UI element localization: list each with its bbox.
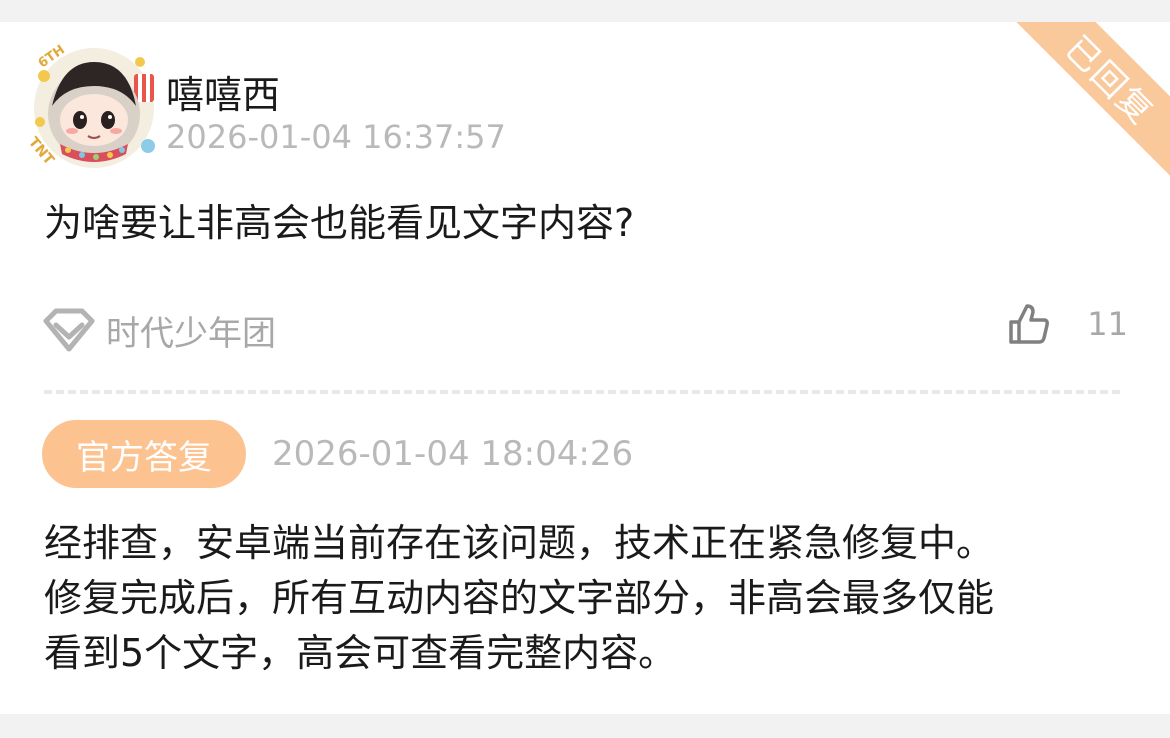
username[interactable]: 嘻嘻西 [166, 64, 280, 119]
reply-text: 经排查，安卓端当前存在该问题，技术正在紧急修复中。 修复完成后，所有互动内容的文… [44, 516, 1144, 681]
official-reply-badge: 官方答复 [42, 420, 246, 488]
replied-ribbon-label: 已回复 [1057, 28, 1162, 133]
diamond-icon [43, 308, 95, 351]
topic-tag[interactable]: 时代少年团 [42, 306, 276, 355]
like-count: 11 [1087, 305, 1128, 343]
topic-tag-label: 时代少年团 [106, 314, 276, 354]
divider [44, 390, 1120, 394]
thumbs-up-icon [1009, 304, 1050, 344]
avatar-image: 6TH TNT [25, 42, 155, 169]
reply-timestamp: 2026-01-04 18:04:26 [272, 434, 634, 474]
question-text: 为啥要让非高会也能看见文字内容? [44, 201, 635, 245]
reply-line: 修复完成后，所有互动内容的文字部分，非高会最多仅能 [44, 576, 995, 620]
avatar[interactable]: 6TH TNT [22, 36, 166, 180]
feedback-card: 已回复 6TH TNT 嘻嘻西 2026-01-04 16:37:57 为啥要让… [0, 22, 1170, 714]
replied-ribbon: 已回复 [1007, 22, 1170, 183]
reply-line: 看到5个文字，高会可查看完整内容。 [44, 631, 677, 675]
post-timestamp: 2026-01-04 16:37:57 [166, 118, 506, 156]
like-button[interactable]: 11 [1007, 302, 1128, 346]
official-reply-badge-label: 官方答复 [76, 437, 212, 478]
reply-line: 经排查，安卓端当前存在该问题，技术正在紧急修复中。 [44, 521, 995, 565]
